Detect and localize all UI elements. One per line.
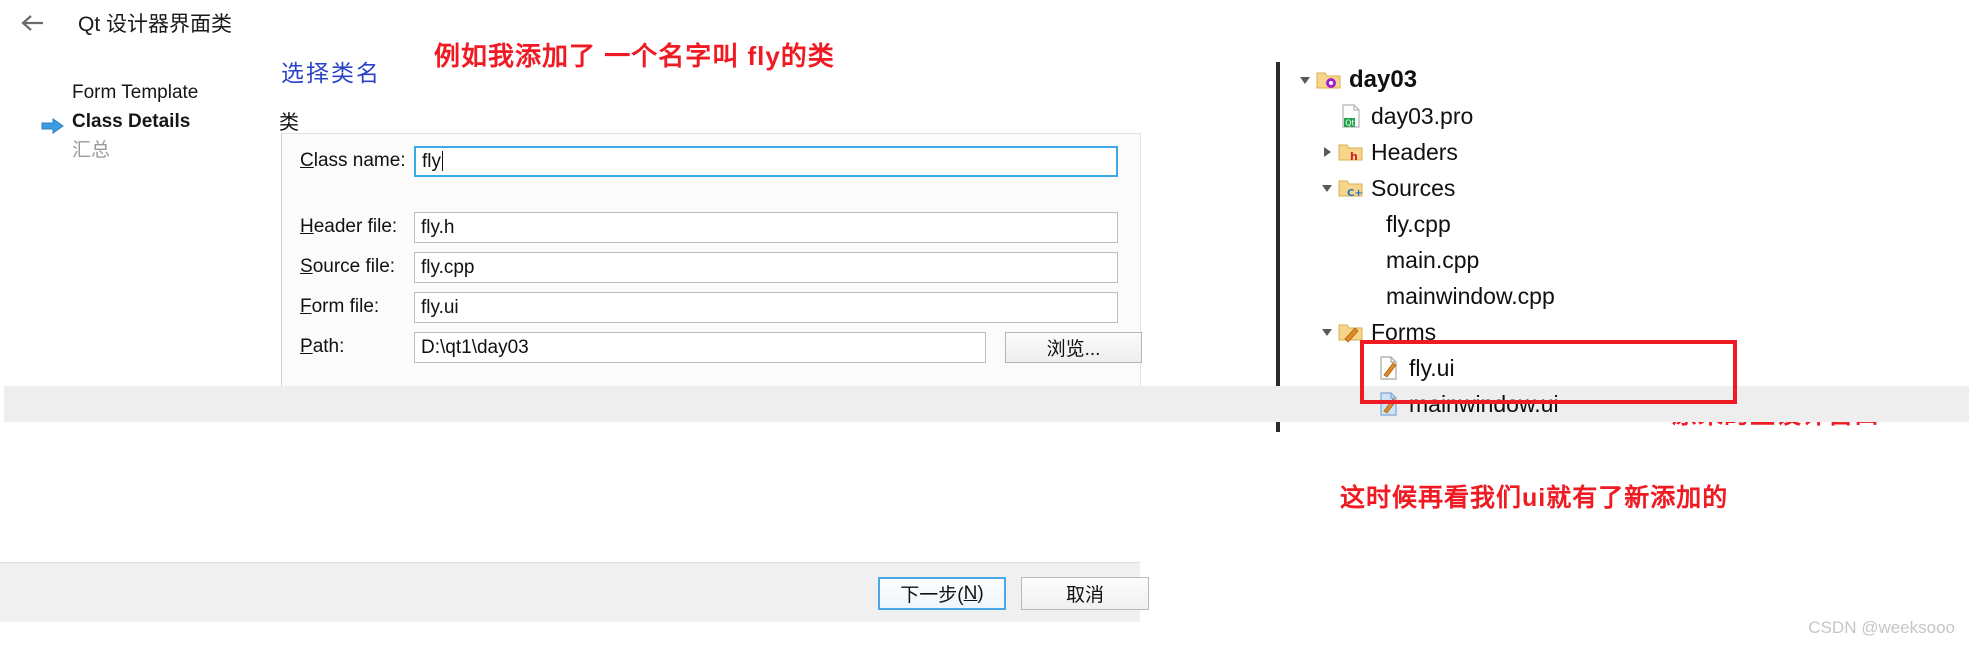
label-rest: eader file:	[313, 216, 398, 237]
tree-item-label: mainwindow.cpp	[1386, 282, 1555, 309]
ui-file-icon	[1376, 355, 1402, 381]
field-row-path: Path: D:\qt1\day03 浏览...	[282, 332, 1142, 366]
tree-item-label: main.cpp	[1386, 246, 1480, 273]
svg-text:h: h	[1350, 150, 1358, 163]
field-row-header-file: Header file: fly.h	[282, 212, 1140, 246]
tree-item-headers[interactable]: h Headers	[1276, 134, 1896, 170]
tree-item-forms[interactable]: Forms	[1276, 314, 1896, 350]
label-rest: ource file:	[312, 256, 396, 277]
accesskey-letter: C	[300, 150, 314, 171]
accesskey-letter: P	[300, 336, 313, 357]
ui-file-blue-icon	[1376, 391, 1402, 417]
text-caret	[442, 151, 443, 171]
label-rest: orm file:	[311, 296, 380, 317]
project-tree: day03 Qt day03.pro h Headers C+ Sources …	[4, 62, 1969, 432]
class-name-label: Class name:	[300, 150, 426, 172]
dialog-title: Qt 设计器界面类	[78, 13, 233, 36]
form-file-input[interactable]: fly.ui	[414, 292, 1118, 323]
next-label-post: )	[977, 582, 984, 604]
class-name-input[interactable]: fly	[414, 146, 1118, 177]
accesskey-letter: H	[300, 216, 314, 237]
field-row-form-file: Form file: fly.ui	[282, 292, 1140, 326]
chevron-right-icon[interactable]	[1316, 134, 1338, 170]
wizard-steps-list: Form Template Class Details 汇总	[41, 78, 255, 165]
current-step-arrow-icon	[41, 114, 65, 134]
qt-designer-form-class-wizard: Qt 设计器界面类 Form Template Class Details 汇总…	[0, 0, 1149, 622]
annotation-now-ui-has-new-added: 这时候再看我们ui就有了新添加的	[1340, 484, 1729, 512]
label-rest: ath:	[312, 336, 345, 357]
class-name-value: fly	[422, 151, 441, 172]
back-arrow-icon[interactable]	[16, 8, 50, 38]
tree-item-fly-ui[interactable]: fly.ui	[1276, 350, 1896, 386]
tree-item-sources[interactable]: C++ Sources	[1276, 170, 1896, 206]
wizard-step-label: Form Template	[72, 82, 199, 103]
label-rest: lass name:	[313, 150, 406, 171]
tree-item-mainwindow-cpp[interactable]: mainwindow.cpp	[1276, 278, 1896, 314]
tree-item-label: day03.pro	[1371, 102, 1474, 129]
form-file-label: Form file:	[300, 296, 426, 318]
chevron-down-icon[interactable]	[1316, 170, 1338, 206]
tree-item-day03-pro[interactable]: Qt day03.pro	[1276, 98, 1896, 134]
accesskey-letter: S	[300, 256, 313, 277]
header-file-input[interactable]: fly.h	[414, 212, 1118, 243]
browse-button[interactable]: 浏览...	[1005, 332, 1142, 363]
watermark: CSDN @weeksooo	[1808, 618, 1955, 637]
tree-item-day03[interactable]: day03	[1276, 62, 1896, 98]
tree-item-label: fly.cpp	[1386, 210, 1451, 237]
accesskey-letter: N	[963, 582, 978, 604]
tree-item-label: Headers	[1371, 138, 1458, 165]
wizard-step-form-template[interactable]: Form Template	[45, 78, 255, 107]
chevron-down-icon[interactable]	[1316, 314, 1338, 350]
forms-folder-icon	[1338, 319, 1364, 345]
next-label-pre: 下一步(	[900, 585, 964, 606]
field-row-source-file: Source file: fly.cpp	[282, 252, 1140, 286]
cancel-button[interactable]: 取消	[1021, 577, 1149, 610]
tree-item-label: fly.ui	[1409, 354, 1455, 381]
qt-pro-file-icon: Qt	[1338, 103, 1364, 129]
tree-item-label: mainwindow.ui	[1409, 390, 1559, 417]
back-navigation[interactable]: Qt 设计器界面类	[16, 8, 232, 38]
wizard-step-label: 汇总	[72, 140, 111, 161]
field-row-class-name: Class name: fly	[282, 146, 1140, 180]
source-file-input[interactable]: fly.cpp	[414, 252, 1118, 283]
project-folder-icon	[1316, 67, 1342, 93]
source-file-label: Source file:	[300, 256, 426, 278]
tree-item-mainwindow-ui[interactable]: mainwindow.ui	[4, 386, 1969, 422]
tree-item-label: day03	[1349, 66, 1418, 93]
wizard-step-label: Class Details	[72, 111, 191, 132]
next-button[interactable]: 下一步(N)	[878, 577, 1006, 610]
wizard-step-summary[interactable]: 汇总	[45, 136, 255, 165]
headers-folder-icon: h	[1338, 139, 1364, 165]
annotation-select-class-name: 选择类名	[281, 60, 381, 86]
wizard-button-bar: 下一步(N) 取消	[0, 562, 1149, 622]
tree-item-label: Forms	[1371, 318, 1437, 345]
tree-item-main-cpp[interactable]: main.cpp	[1276, 242, 1896, 278]
path-label: Path:	[300, 336, 426, 358]
annotation-example-added-class: 例如我添加了 一个名字叫 fly的类	[434, 41, 835, 71]
tree-item-label: Sources	[1371, 174, 1456, 201]
accesskey-letter: F	[300, 296, 312, 317]
wizard-step-class-details[interactable]: Class Details	[41, 107, 255, 136]
chevron-down-icon[interactable]	[1294, 62, 1316, 98]
tree-item-fly-cpp[interactable]: fly.cpp	[1276, 206, 1896, 242]
class-details-group-box: Class name: fly Header file: fly.h Sourc…	[281, 133, 1142, 388]
svg-text:C++: C++	[1347, 188, 1364, 199]
header-file-label: Header file:	[300, 216, 426, 238]
class-group-label: 类	[279, 112, 299, 134]
svg-text:Qt: Qt	[1345, 119, 1354, 128]
path-input[interactable]: D:\qt1\day03	[414, 332, 986, 363]
sources-folder-icon: C++	[1338, 175, 1364, 201]
